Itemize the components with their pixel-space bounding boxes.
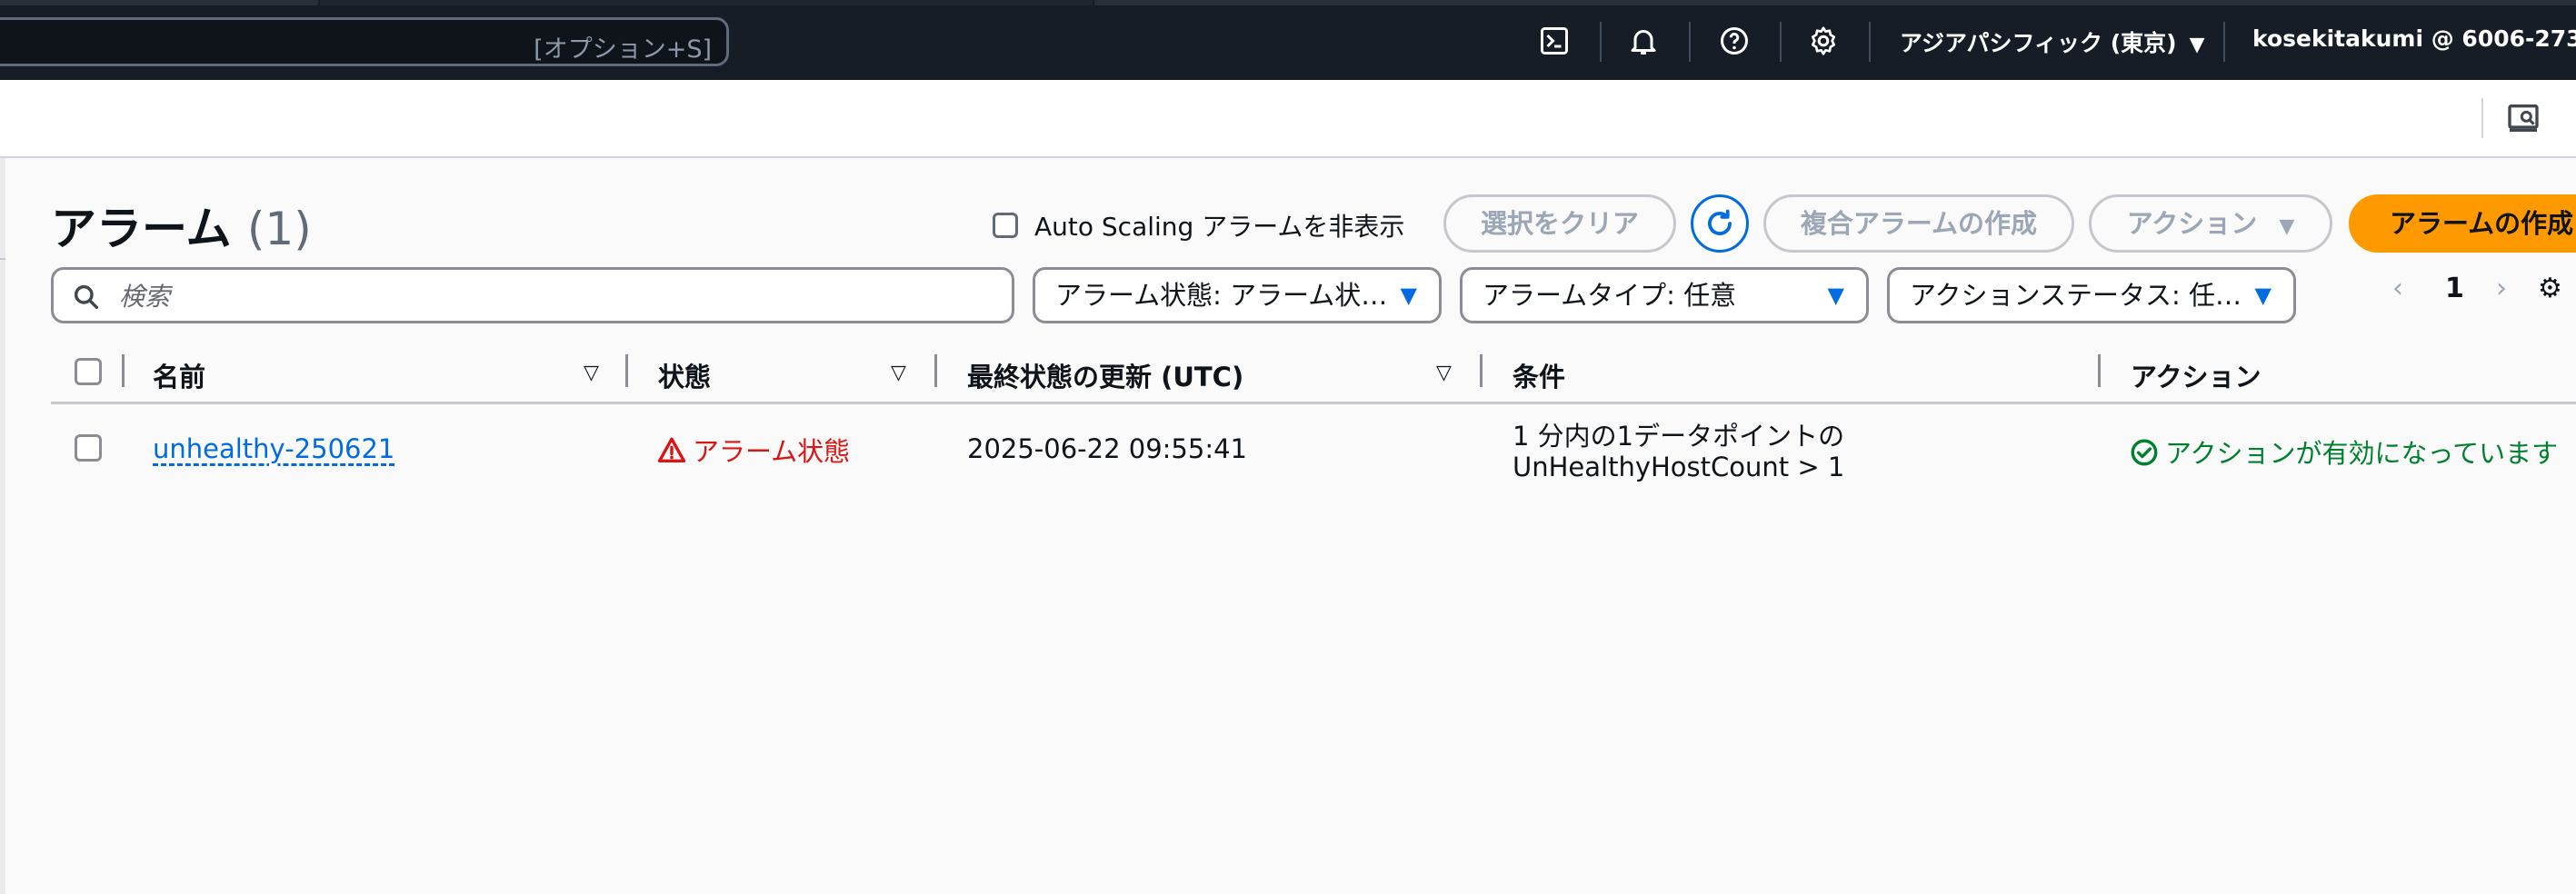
page-title-text: アラーム [51, 203, 232, 255]
column-header-state[interactable]: 状態 [658, 356, 711, 394]
current-page[interactable]: 1 [2445, 273, 2464, 304]
caret-down-icon: ▼ [2254, 283, 2271, 308]
clear-selection-button[interactable]: 選択をクリア [1443, 194, 1676, 253]
gear-icon[interactable] [1807, 25, 1840, 57]
side-navigation-edge [0, 158, 5, 894]
action-status-filter[interactable]: アクションステータス: 任… ▼ [1887, 267, 2296, 323]
search-input[interactable] [117, 277, 993, 315]
nav-strip [0, 0, 318, 5]
select-all-checkbox[interactable] [75, 358, 102, 385]
alarm-search[interactable] [51, 267, 1014, 323]
action-status-filter-value: アクションステータス: 任… [1910, 280, 2242, 311]
create-alarm-button[interactable]: アラームの作成 [2349, 194, 2576, 253]
previous-page-icon[interactable]: ‹ [2392, 273, 2403, 304]
check-circle-icon [2129, 437, 2160, 468]
nav-divider [2223, 22, 2225, 62]
caret-down-icon: ▼ [2189, 34, 2205, 56]
top-navigation: [オプション+S] アジアパシフィック (東京) ▼ kosekitakumi @… [0, 0, 2576, 80]
search-icon [74, 284, 99, 310]
actions-status: アクションが有効になっています [2129, 432, 2558, 471]
region-selector[interactable]: アジアパシフィック (東京) ▼ [1900, 25, 2204, 58]
alarm-type-filter[interactable]: アラームタイプ: 任意 ▼ [1460, 267, 1869, 323]
help-icon[interactable] [1718, 25, 1751, 57]
region-label: アジアパシフィック (東京) [1900, 30, 2177, 56]
side-navigation-edge [0, 258, 5, 260]
warning-icon [656, 435, 687, 466]
caret-down-icon: ▼ [1400, 283, 1417, 308]
settings-icon[interactable]: ⚙ [2538, 273, 2562, 304]
search-shortcut-hint: [オプション+S] [534, 35, 712, 64]
alarm-count: (1) [246, 203, 312, 255]
column-header-actions[interactable]: アクション [2131, 356, 2261, 394]
nav-strip [1094, 0, 2576, 5]
toolbar-divider [2481, 98, 2483, 138]
nav-divider [1689, 22, 1691, 62]
account-label: kosekitakumi @ 6006-2734-055 [2252, 25, 2576, 52]
split-panel-icon[interactable] [2505, 100, 2541, 136]
create-composite-alarm-button[interactable]: 複合アラームの作成 [1763, 194, 2074, 253]
caret-down-icon: ▼ [1827, 283, 1844, 308]
nav-divider [1600, 22, 1602, 62]
alarm-type-filter-value: アラームタイプ: 任意 [1483, 280, 1737, 311]
row-checkbox[interactable] [75, 434, 102, 462]
column-divider[interactable] [1480, 354, 1483, 387]
alarm-state-text: アラーム状態 [693, 436, 851, 467]
hide-autoscaling-toggle[interactable]: Auto Scaling アラームを非表示 [993, 207, 1405, 242]
sort-icon[interactable]: ▽ [584, 362, 599, 384]
refresh-icon [1708, 209, 1732, 235]
condition-line-2: UnHealthyHostCount > 1 [1513, 452, 1845, 482]
column-divider[interactable] [2098, 354, 2101, 387]
condition-line-1: 1 分内の1データポイントの [1513, 421, 1845, 452]
toolbar [0, 80, 2576, 158]
nav-strip [320, 0, 1093, 5]
table-header: 名前 ▽ 状態 ▽ 最終状態の更新 (UTC) ▽ 条件 アクション [51, 349, 2576, 404]
bell-icon[interactable] [1627, 25, 1660, 57]
column-divider[interactable] [625, 354, 628, 387]
sort-icon[interactable]: ▽ [1436, 362, 1452, 384]
column-header-name[interactable]: 名前 [153, 356, 205, 394]
alarm-name-link[interactable]: unhealthy-250621 [153, 433, 394, 464]
sort-icon[interactable]: ▽ [891, 362, 906, 384]
next-page-icon[interactable]: › [2496, 273, 2507, 304]
refresh-button[interactable] [1691, 194, 1749, 253]
hide-autoscaling-checkbox[interactable] [993, 213, 1018, 238]
nav-divider [1869, 22, 1871, 62]
actions-button-label: アクション [2126, 208, 2258, 239]
last-updated-value: 2025-06-22 09:55:41 [967, 433, 1247, 464]
terminal-icon[interactable] [1538, 25, 1571, 57]
page-title: アラーム (1) [51, 193, 312, 258]
column-header-last-updated[interactable]: 最終状態の更新 (UTC) [967, 356, 1243, 394]
hide-autoscaling-label: Auto Scaling アラームを非表示 [1034, 212, 1405, 242]
actions-dropdown-button[interactable]: アクション ▼ [2089, 194, 2332, 253]
account-menu[interactable]: kosekitakumi @ 6006-2734-055 [2252, 25, 2576, 52]
global-search-input[interactable]: [オプション+S] [0, 17, 729, 66]
caret-down-icon: ▼ [2279, 215, 2295, 238]
column-divider[interactable] [934, 354, 937, 387]
actions-status-text: アクションが有効になっています [2165, 438, 2559, 469]
alarm-state-badge: アラーム状態 [656, 431, 850, 469]
alarm-state-filter-value: アラーム状態: アラーム状… [1055, 280, 1388, 311]
column-header-conditions[interactable]: 条件 [1513, 356, 1565, 394]
nav-divider [1780, 22, 1782, 62]
alarm-state-filter[interactable]: アラーム状態: アラーム状… ▼ [1033, 267, 1442, 323]
column-divider [122, 354, 125, 387]
